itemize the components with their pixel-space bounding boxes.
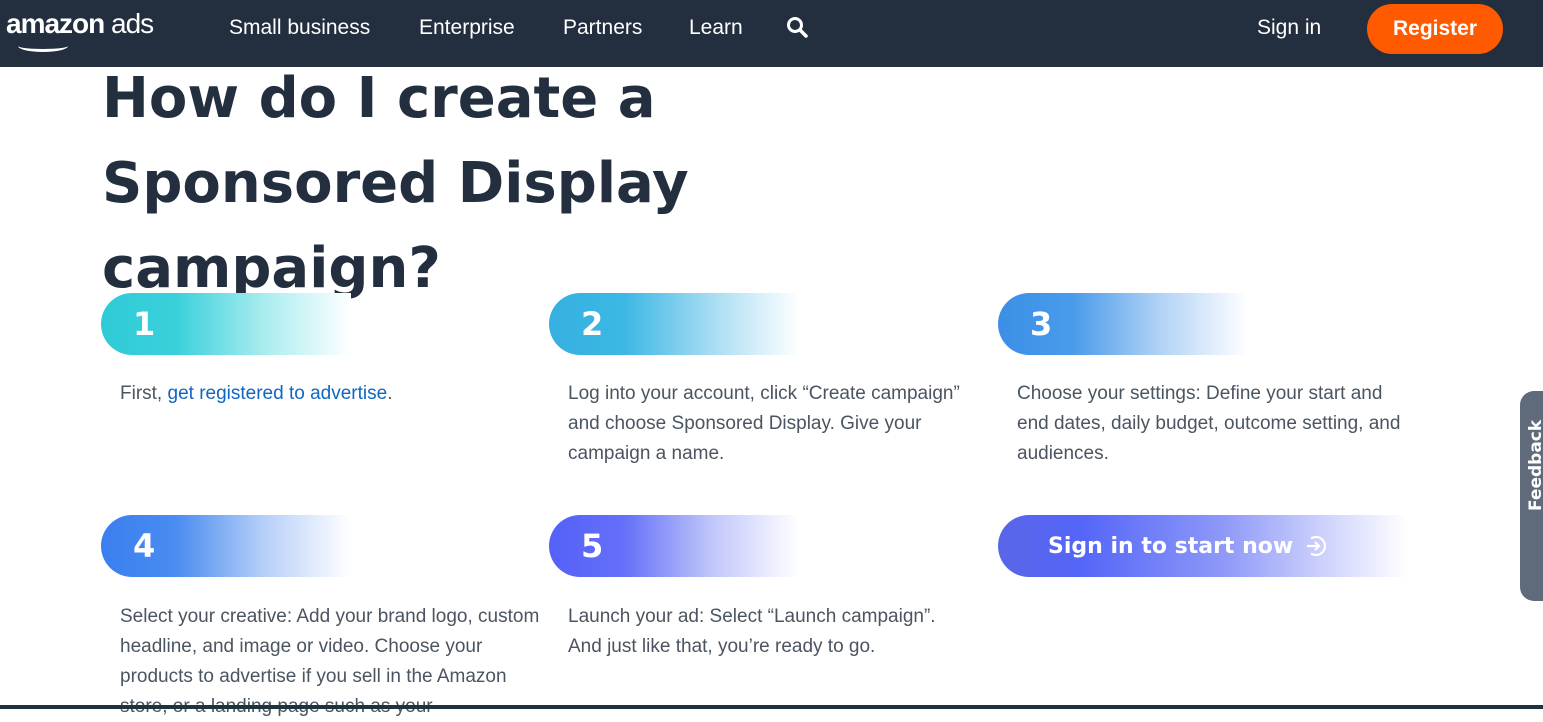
step-4-text: Select your creative: Add your brand log… <box>120 606 540 717</box>
register-button[interactable]: Register <box>1367 4 1503 54</box>
nav-enterprise[interactable]: Enterprise <box>419 16 515 40</box>
step-number: 5 <box>581 527 604 565</box>
logo-smile-icon <box>18 40 68 52</box>
step-3-badge: 3 <box>998 293 1248 355</box>
feedback-tab[interactable]: Feedback <box>1520 391 1543 601</box>
step-text: First, <box>120 383 168 404</box>
step-2-text: Log into your account, click “Create cam… <box>568 383 960 464</box>
step-1-badge: 1 <box>101 293 351 355</box>
step-1-text: First, get registered to advertise. <box>120 379 540 409</box>
nav-learn[interactable]: Learn <box>689 16 743 40</box>
search-icon[interactable] <box>786 16 808 38</box>
sign-in-to-start-button[interactable]: Sign in to start now <box>998 515 1408 577</box>
page-title: How do I create a Sponsored Display camp… <box>102 66 689 301</box>
register-link[interactable]: get registered to advertise <box>168 383 388 404</box>
nav-partners[interactable]: Partners <box>563 16 642 40</box>
sign-in-link[interactable]: Sign in <box>1257 16 1321 40</box>
bottom-bar <box>0 705 1543 709</box>
amazon-ads-logo[interactable]: amazon ads <box>6 8 154 40</box>
step-number: 2 <box>581 305 604 343</box>
step-4-badge: 4 <box>101 515 351 577</box>
cta-label: Sign in to start now <box>1048 533 1294 559</box>
step-number: 3 <box>1030 305 1053 343</box>
step-number: 1 <box>133 305 156 343</box>
step-5-text: Launch your ad: Select “Launch campaign”… <box>568 606 936 657</box>
nav-small-business[interactable]: Small business <box>229 16 370 40</box>
step-3-text: Choose your settings: Define your start … <box>1017 383 1401 464</box>
step-text: . <box>387 383 393 404</box>
step-number: 4 <box>133 527 156 565</box>
step-5-badge: 5 <box>549 515 799 577</box>
step-2-badge: 2 <box>549 293 799 355</box>
feedback-label: Feedback <box>1526 419 1543 511</box>
arrow-circle-right-icon <box>1307 535 1327 557</box>
